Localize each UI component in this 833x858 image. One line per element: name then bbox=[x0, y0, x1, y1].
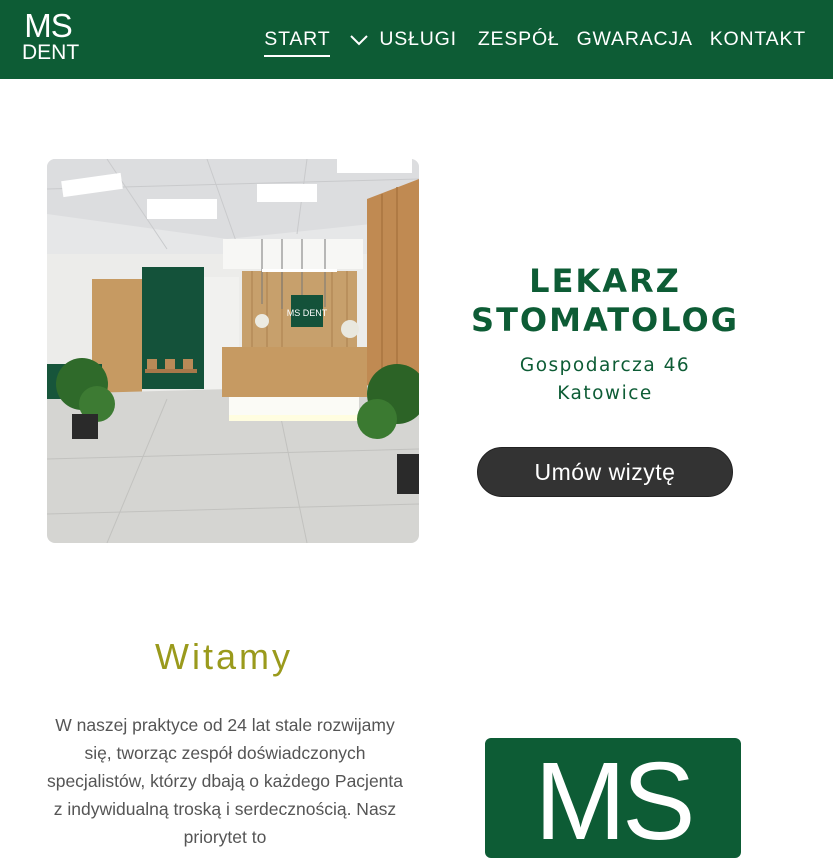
book-appointment-button[interactable]: Umów wizytę bbox=[477, 447, 733, 497]
ms-dent-logo[interactable]: MS DENT bbox=[22, 7, 80, 68]
hero-title-line1: LEKARZ bbox=[529, 262, 681, 300]
clinic-reception-photo: MS DENT bbox=[47, 159, 419, 543]
address-city: Katowice bbox=[557, 383, 653, 404]
nav-kontakt[interactable]: KONTAKT bbox=[710, 28, 806, 51]
clinic-address: Gospodarcza 46 Katowice bbox=[450, 352, 760, 408]
nav-start[interactable]: START bbox=[264, 28, 331, 57]
nav-uslugi[interactable]: USŁUGI bbox=[379, 28, 456, 51]
address-street: Gospodarcza 46 bbox=[519, 355, 691, 376]
hero-title-line2: STOMATOLOG bbox=[471, 301, 739, 339]
ms-logo-card: MS bbox=[485, 738, 741, 858]
nav-zespol[interactable]: ZESPÓŁ bbox=[478, 28, 560, 51]
welcome-text: W naszej praktyce od 24 lat stale rozwij… bbox=[46, 715, 404, 847]
logo-ms-text: MS bbox=[24, 7, 73, 44]
welcome-heading: Witamy bbox=[155, 636, 293, 677]
chevron-down-icon[interactable] bbox=[349, 33, 369, 47]
main-nav: START USŁUGI ZESPÓŁ GWARACJA KONTAKT bbox=[264, 0, 806, 79]
logo-dent-text: DENT bbox=[22, 41, 80, 64]
top-navbar: MS DENT START USŁUGI ZESPÓŁ GWARACJA KON… bbox=[0, 0, 833, 79]
reception-sign-text: MS DENT bbox=[287, 308, 328, 318]
ms-logo-card-text: MS bbox=[534, 740, 696, 858]
hero-title: LEKARZ STOMATOLOG bbox=[450, 262, 760, 340]
nav-gwarancja[interactable]: GWARACJA bbox=[577, 28, 693, 51]
